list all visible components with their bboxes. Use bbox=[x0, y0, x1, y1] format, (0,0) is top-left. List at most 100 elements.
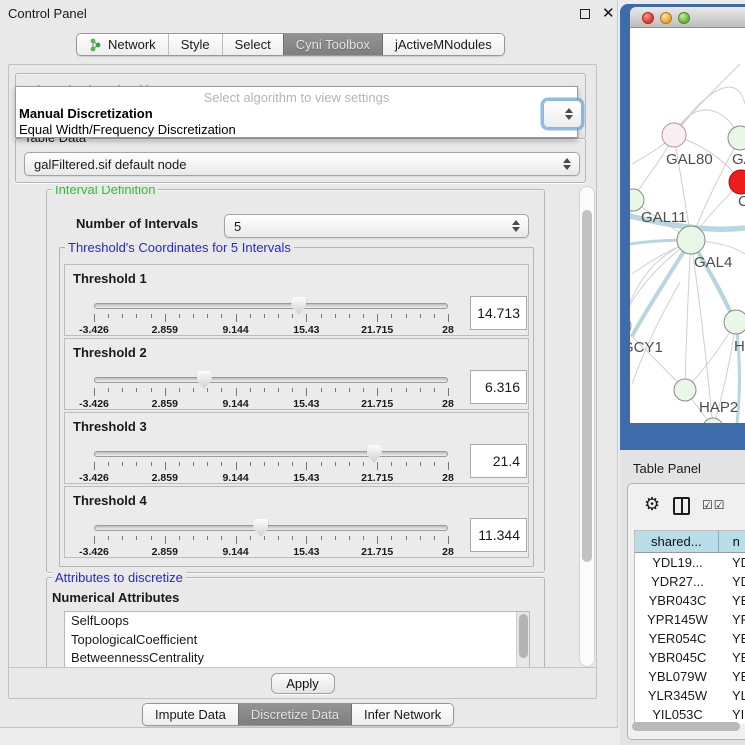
select-columns-icon[interactable]: ☑☑ bbox=[702, 498, 726, 512]
tab-cyni-toolbox[interactable]: Cyni Toolbox bbox=[283, 34, 382, 55]
network-graph: GAL80GACGAL11GAL4GCY1HHAP2 bbox=[630, 28, 745, 423]
slider-thumb[interactable] bbox=[291, 297, 306, 315]
threshold-value-field[interactable]: 6.316 bbox=[470, 370, 527, 404]
list-item[interactable]: SelfLoops bbox=[65, 612, 529, 631]
number-of-intervals-value: 5 bbox=[234, 219, 241, 234]
table-row[interactable]: YPR145WYPR1 bbox=[635, 610, 745, 629]
table-cell: YDR2 bbox=[720, 574, 745, 589]
table-cell: YBR0 bbox=[720, 650, 745, 665]
table-column-header[interactable]: n bbox=[719, 531, 745, 553]
threshold-value-field[interactable]: 21.4 bbox=[470, 444, 527, 478]
control-panel-window: Control Panel ✕ NetworkStyleSelectCyni T… bbox=[0, 0, 618, 728]
tab-label: Infer Network bbox=[364, 707, 441, 722]
algorithm-option-equal-width[interactable]: Equal Width/Frequency Discretization bbox=[19, 122, 236, 137]
threshold-slider[interactable]: -3.4262.8599.14415.4321.71528 bbox=[94, 301, 448, 335]
network-node-label: GAL11 bbox=[641, 209, 687, 226]
combo-stepper-icon bbox=[511, 219, 520, 233]
table-cell: YER054C bbox=[635, 631, 720, 646]
network-node[interactable] bbox=[674, 379, 696, 401]
tab-select[interactable]: Select bbox=[222, 34, 283, 55]
float-window-icon[interactable] bbox=[580, 9, 590, 19]
table-cell: YER0 bbox=[720, 631, 745, 646]
tab-label: Network bbox=[108, 37, 156, 52]
slider-track[interactable] bbox=[94, 525, 448, 531]
tab-label: Style bbox=[181, 37, 210, 52]
number-of-intervals-combobox[interactable]: 5 bbox=[224, 214, 529, 238]
threshold-slider[interactable]: -3.4262.8599.14415.4321.71528 bbox=[94, 375, 448, 409]
network-node[interactable] bbox=[724, 310, 745, 334]
table-cell: YIL0 bbox=[720, 707, 745, 722]
tab-discretize-data[interactable]: Discretize Data bbox=[238, 704, 351, 725]
network-node[interactable] bbox=[729, 170, 745, 194]
threshold-slider[interactable]: -3.4262.8599.14415.4321.71528 bbox=[94, 523, 448, 557]
tab-impute-data[interactable]: Impute Data bbox=[143, 704, 238, 725]
threshold-panel: Threshold 3-3.4262.8599.14415.4321.71528… bbox=[64, 412, 529, 484]
table-panel-card: ⚙ ☑☑ shared...n YDL19...YDL1YDR27...YDR2… bbox=[627, 483, 745, 740]
tab-style[interactable]: Style bbox=[168, 34, 222, 55]
table-cell: YDL19... bbox=[635, 555, 720, 570]
table-row[interactable]: YDL19...YDL1 bbox=[635, 553, 745, 572]
table-row[interactable]: YBR043CYBR0 bbox=[635, 591, 745, 610]
slider-thumb[interactable] bbox=[367, 445, 382, 463]
slider-thumb[interactable] bbox=[253, 519, 268, 537]
network-node[interactable] bbox=[630, 316, 631, 336]
threshold-slider[interactable]: -3.4262.8599.14415.4321.71528 bbox=[94, 449, 448, 483]
table-row[interactable]: YLR345WYLR3 bbox=[635, 686, 745, 705]
network-node[interactable] bbox=[630, 189, 644, 211]
slider-track[interactable] bbox=[94, 451, 448, 457]
table-cell: YIL053C bbox=[635, 707, 720, 722]
slider-track[interactable] bbox=[94, 303, 448, 309]
table-row[interactable]: YER054CYER0 bbox=[635, 629, 745, 648]
network-view-window: GAL80GACGAL11GAL4GCY1HHAP2 bbox=[620, 4, 745, 450]
network-canvas[interactable]: GAL80GACGAL11GAL4GCY1HHAP2 bbox=[630, 28, 745, 423]
network-edge bbox=[685, 322, 736, 390]
attributes-scrollbar-thumb[interactable] bbox=[519, 614, 528, 658]
table-horizontal-scrollbar[interactable] bbox=[632, 722, 740, 731]
slider-thumb[interactable] bbox=[197, 371, 212, 389]
tab-jactivemnodules[interactable]: jActiveMNodules bbox=[382, 34, 504, 55]
table-cell: YDR27... bbox=[635, 574, 720, 589]
zoom-traffic-light-icon[interactable] bbox=[678, 12, 690, 24]
table-column-header[interactable]: shared... bbox=[635, 531, 719, 553]
algorithm-option-manual[interactable]: Manual Discretization bbox=[19, 106, 153, 121]
algorithm-combobox[interactable] bbox=[543, 100, 582, 128]
tab-network[interactable]: Network bbox=[77, 34, 168, 55]
attributes-list-scrollbar[interactable] bbox=[516, 612, 529, 667]
minimize-traffic-light-icon[interactable] bbox=[660, 12, 672, 24]
table-cell: YBL079W bbox=[635, 669, 720, 684]
panel-scrollbar[interactable] bbox=[579, 186, 595, 667]
network-node-label: H bbox=[734, 338, 745, 355]
panel-scrollbar-thumb[interactable] bbox=[582, 210, 592, 562]
gear-icon[interactable]: ⚙ bbox=[644, 495, 660, 513]
network-node[interactable] bbox=[677, 226, 705, 254]
slider-ticks bbox=[94, 536, 448, 545]
network-node[interactable] bbox=[662, 123, 686, 147]
close-traffic-light-icon[interactable] bbox=[642, 12, 654, 24]
threshold-value-field[interactable]: 11.344 bbox=[470, 518, 527, 552]
list-item[interactable]: TopologicalCoefficient bbox=[65, 631, 529, 650]
tab-label: Select bbox=[235, 37, 271, 52]
table-cell: YPR1 bbox=[720, 612, 745, 627]
slider-track[interactable] bbox=[94, 377, 448, 383]
network-node[interactable] bbox=[728, 126, 745, 150]
node-attribute-table[interactable]: shared...n YDL19...YDL1YDR27...YDR2YBR04… bbox=[634, 530, 745, 724]
table-row[interactable]: YBR045CYBR0 bbox=[635, 648, 745, 667]
tab-label: Impute Data bbox=[155, 707, 226, 722]
threshold-value-field[interactable]: 14.713 bbox=[470, 296, 527, 330]
table-row[interactable]: YBL079WYBL0 bbox=[635, 667, 745, 686]
threshold-label: Threshold 2 bbox=[73, 345, 147, 360]
split-columns-icon[interactable] bbox=[673, 497, 690, 515]
slider-ticks bbox=[94, 462, 448, 471]
table-row[interactable]: YDR27...YDR2 bbox=[635, 572, 745, 591]
close-icon[interactable]: ✕ bbox=[602, 4, 615, 22]
table-data-combobox[interactable]: galFiltered.sif default node bbox=[24, 152, 580, 176]
bottom-tab-bar: Impute Data Discretize Data Infer Network bbox=[142, 703, 454, 726]
table-cell: YBL0 bbox=[720, 669, 745, 684]
numerical-attributes-list[interactable]: SelfLoopsTopologicalCoefficientBetweenne… bbox=[64, 611, 530, 667]
table-cell: YBR0 bbox=[720, 593, 745, 608]
combo-stepper-icon bbox=[562, 157, 571, 171]
tab-infer-network[interactable]: Infer Network bbox=[351, 704, 453, 725]
algorithm-dropdown-popup: Select algorithm to view settings Manual… bbox=[15, 86, 578, 138]
list-item[interactable]: BetweennessCentrality bbox=[65, 649, 529, 667]
apply-button[interactable]: Apply bbox=[271, 673, 335, 694]
